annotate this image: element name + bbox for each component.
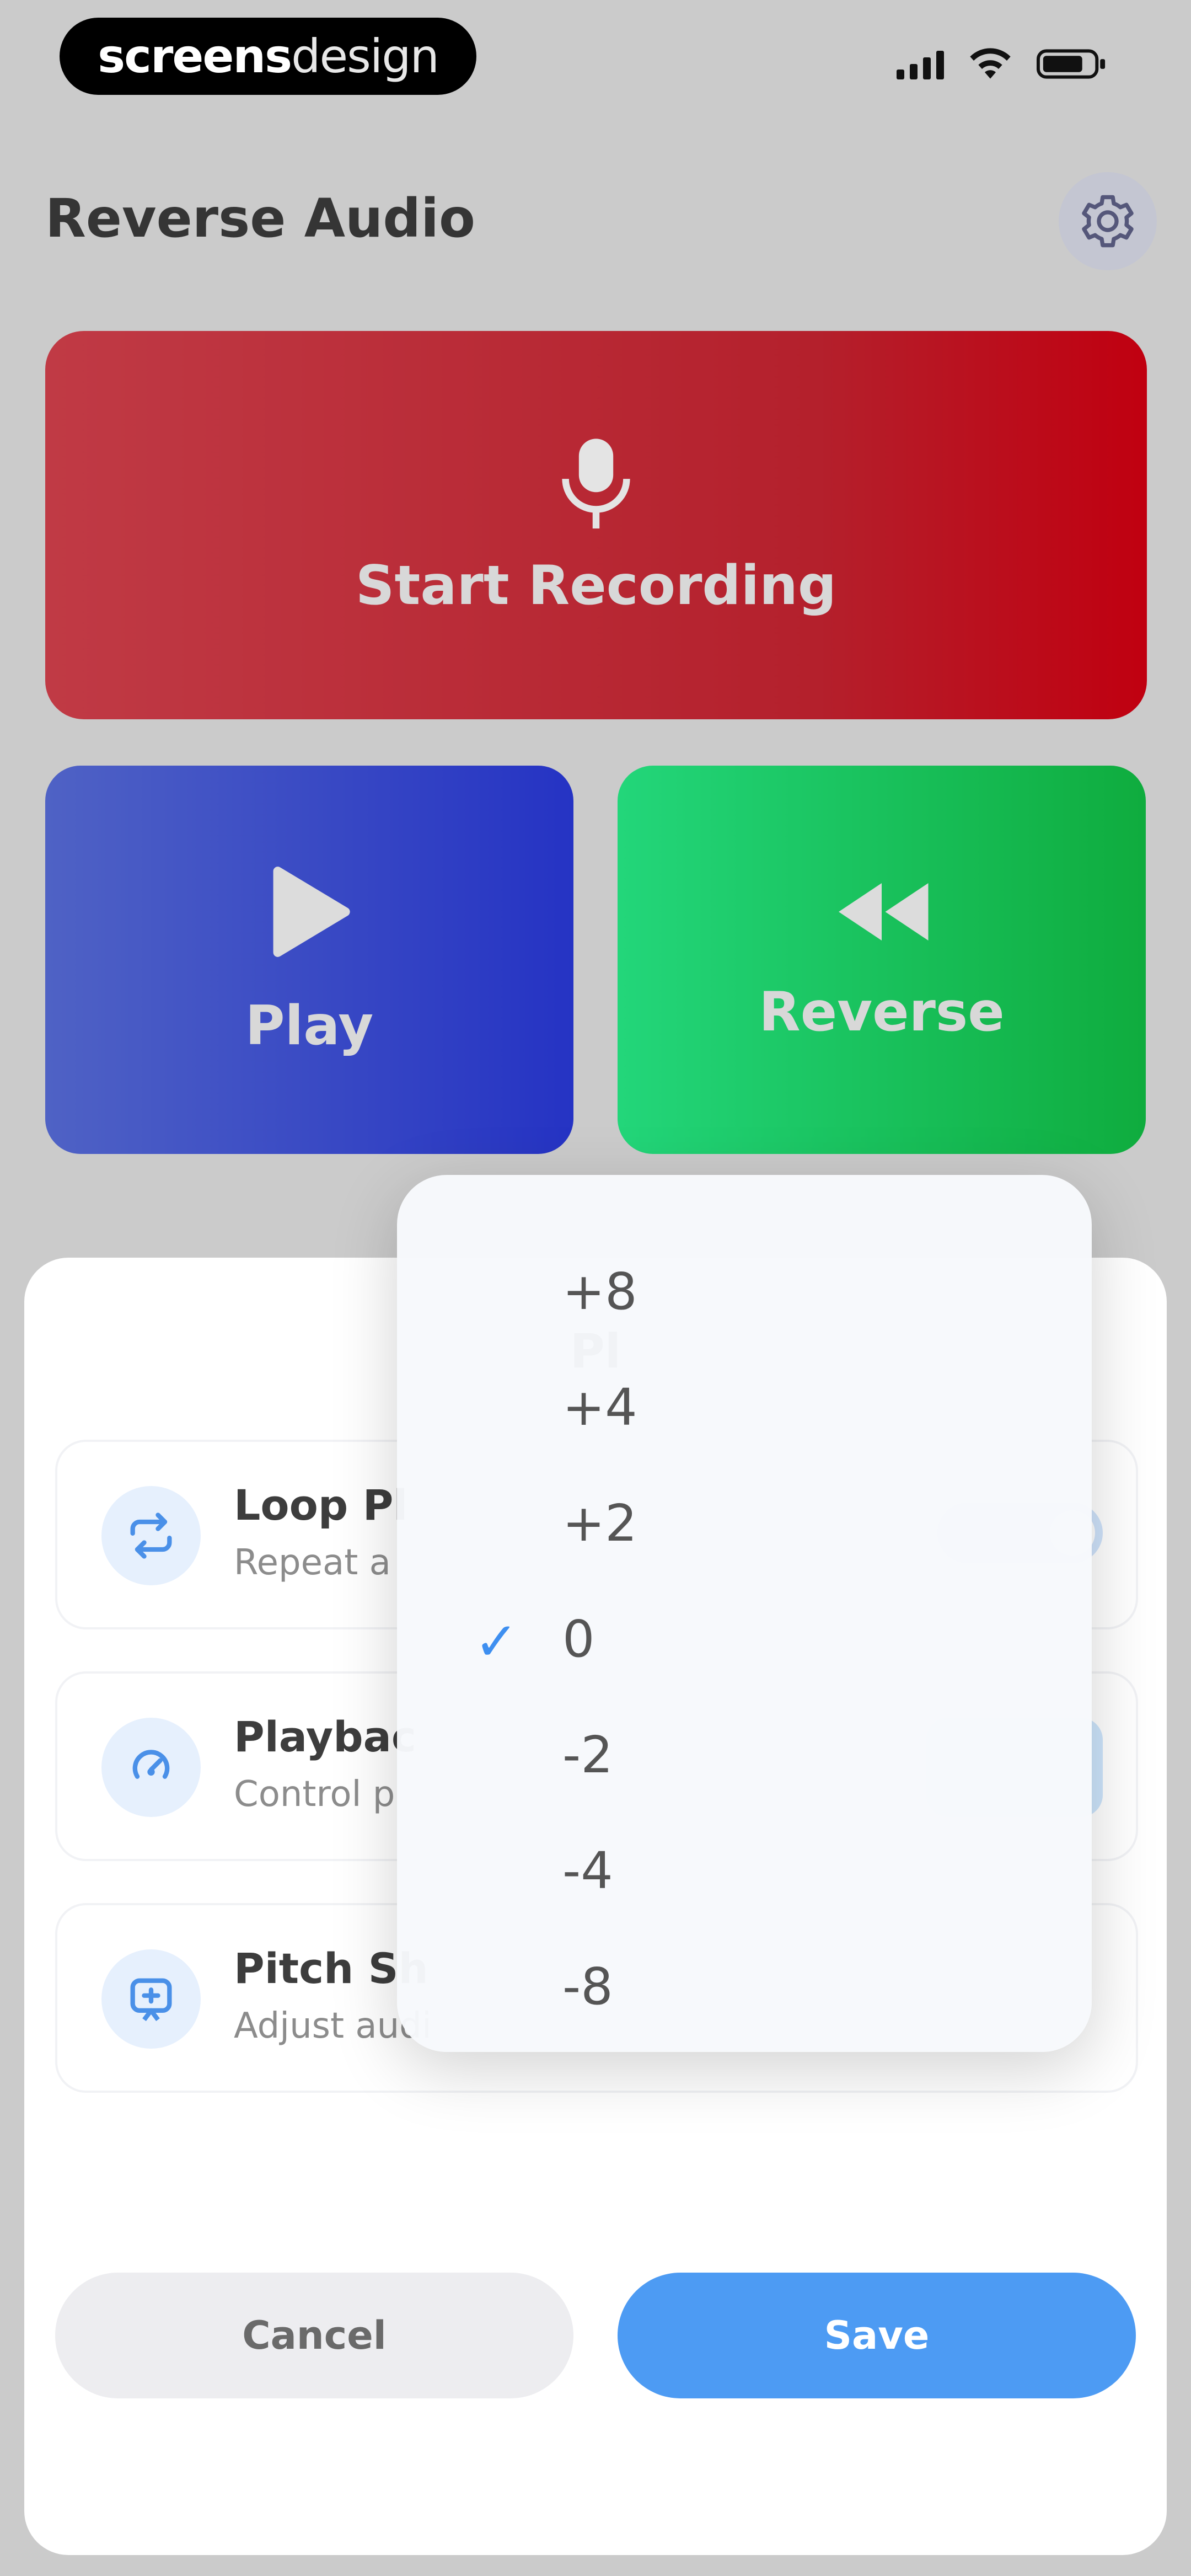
pitch-option-value: -8 <box>562 1957 613 2016</box>
loop-title: Loop Pl <box>234 1481 408 1530</box>
pitch-option[interactable]: -4 <box>397 1820 1092 1920</box>
brand-logo: screens design <box>60 18 476 95</box>
start-recording-label: Start Recording <box>355 554 837 617</box>
repeat-icon <box>101 1486 201 1585</box>
pitch-option[interactable]: +2 <box>397 1473 1092 1572</box>
rewind-icon <box>839 883 929 940</box>
brand-bold: screens <box>98 29 292 83</box>
status-icons <box>897 47 1108 81</box>
pitch-option[interactable]: -2 <box>397 1704 1092 1804</box>
gear-icon <box>1082 195 1134 248</box>
pitch-option-value: 0 <box>562 1610 595 1669</box>
wifi-icon <box>970 48 1011 79</box>
play-icon <box>273 867 350 957</box>
checkmark-icon: ✓ <box>474 1611 519 1672</box>
page-title: Reverse Audio <box>45 188 475 249</box>
signal-icon <box>897 49 944 79</box>
pitch-option-value: +2 <box>562 1494 637 1553</box>
microphone-icon <box>562 439 630 529</box>
pitch-dropdown-menu: +8 +4 +2 ✓ 0 -2 -4 -8 <box>397 1175 1092 2052</box>
pitch-icon <box>101 1949 201 2049</box>
play-label: Play <box>245 995 374 1057</box>
pitch-option-value: -4 <box>562 1841 613 1900</box>
save-button[interactable]: Save <box>618 2273 1136 2398</box>
pitch-option[interactable]: +4 <box>397 1357 1092 1456</box>
speed-icon <box>101 1718 201 1817</box>
battery-icon <box>1037 49 1106 79</box>
pitch-option[interactable]: -8 <box>397 1936 1092 2035</box>
start-recording-button[interactable]: Start Recording <box>45 331 1147 719</box>
pitch-option-value: +8 <box>562 1262 637 1321</box>
loop-subtitle: Repeat a <box>234 1542 391 1583</box>
brand-thin: design <box>291 29 439 83</box>
speed-title: Playbac <box>234 1712 416 1761</box>
pitch-option-selected[interactable]: ✓ 0 <box>397 1589 1092 1688</box>
pitch-option-value: +4 <box>562 1378 637 1437</box>
play-button[interactable]: Play <box>45 766 573 1154</box>
settings-button[interactable] <box>1059 172 1157 270</box>
reverse-button[interactable]: Reverse <box>618 766 1146 1154</box>
reverse-label: Reverse <box>759 981 1005 1044</box>
app-screen: screens design Reverse Audio Start Recor… <box>0 0 1191 2576</box>
pitch-option-value: -2 <box>562 1725 613 1784</box>
pitch-option[interactable]: +8 <box>397 1241 1092 1340</box>
cancel-button[interactable]: Cancel <box>55 2273 573 2398</box>
speed-subtitle: Control p <box>234 1774 395 1815</box>
